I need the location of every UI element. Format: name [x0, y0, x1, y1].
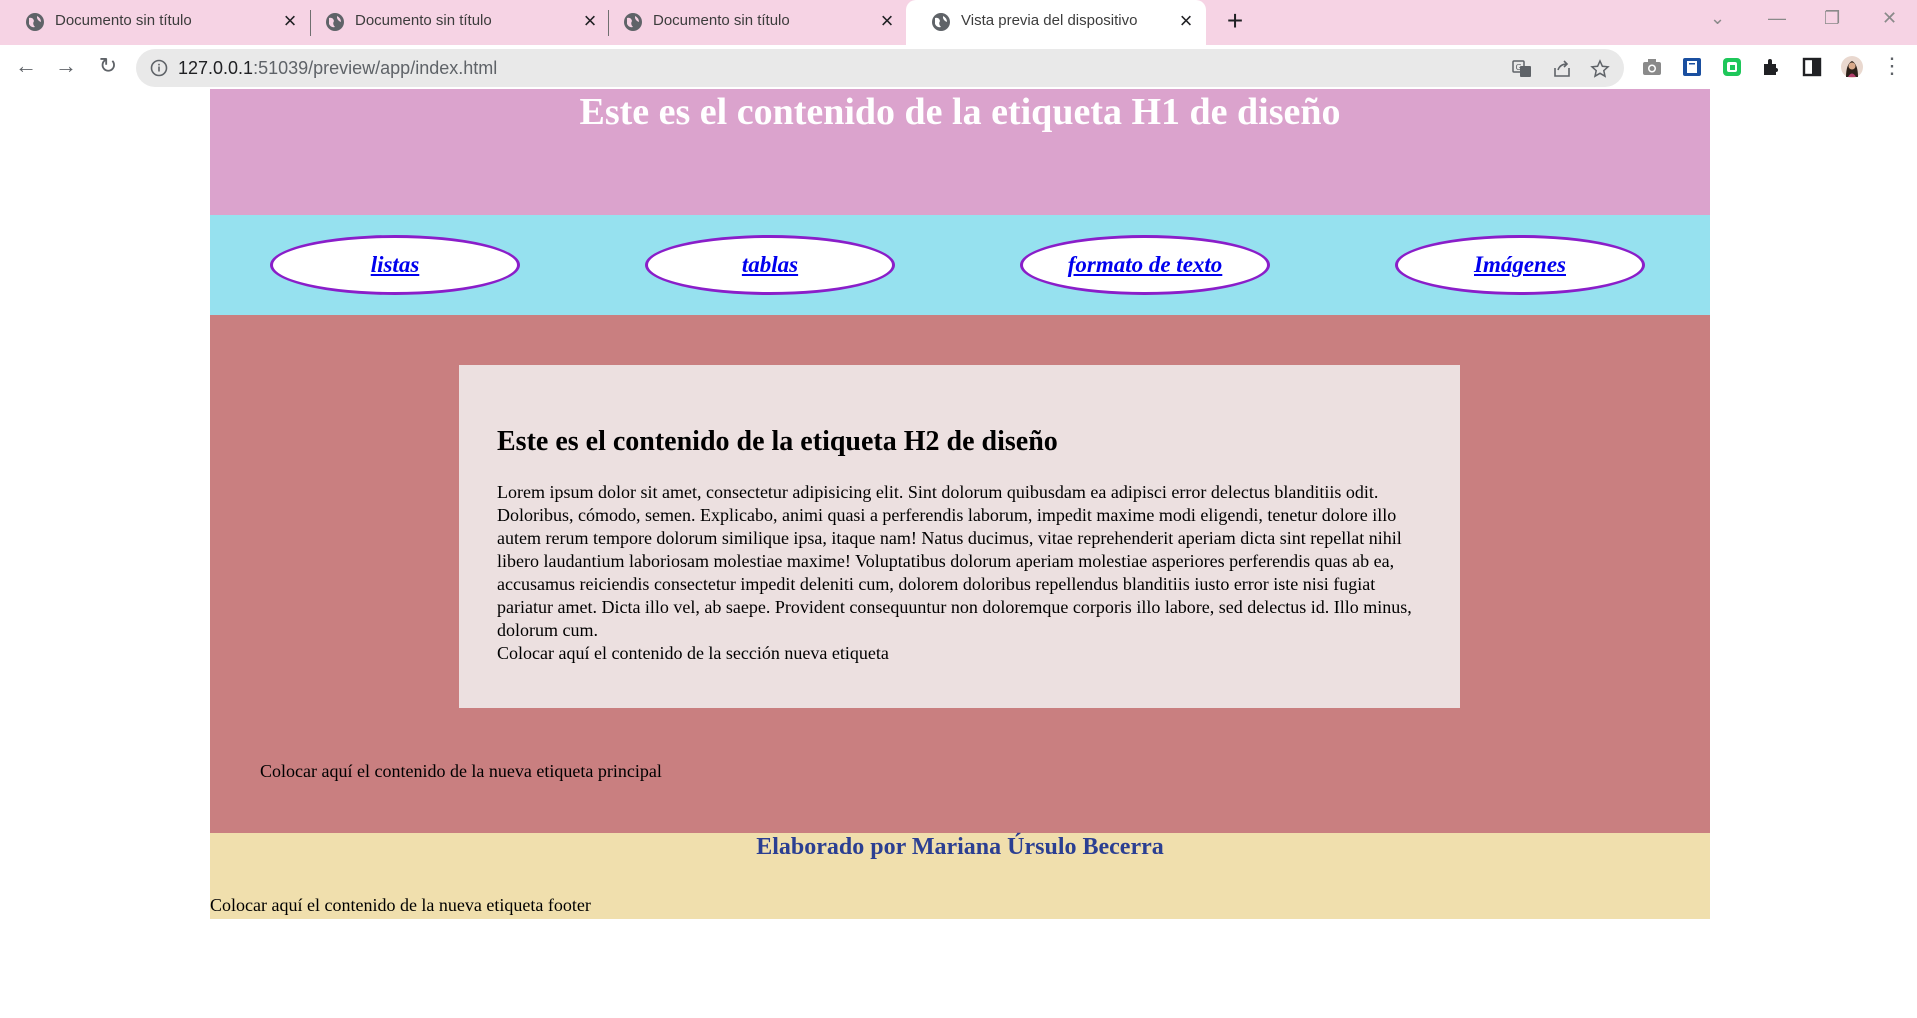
forward-icon[interactable]: → — [52, 53, 80, 81]
translate-icon[interactable]: G — [1512, 59, 1532, 79]
content-article: Este es el contenido de la etiqueta H2 d… — [459, 365, 1460, 708]
window-close-icon[interactable]: ✕ — [1882, 8, 1897, 29]
tab-4-active[interactable]: Vista previa del dispositivo × — [906, 0, 1206, 45]
article-heading-h2: Este es el contenido de la etiqueta H2 d… — [497, 426, 1058, 457]
page-title-h1: Este es el contenido de la etiqueta H1 d… — [579, 91, 1341, 133]
camera-icon[interactable] — [1640, 55, 1664, 79]
site-main: Este es el contenido de la etiqueta H2 d… — [210, 315, 1710, 833]
close-icon[interactable]: × — [1174, 10, 1198, 34]
tab-title: Documento sin título — [653, 12, 790, 29]
browser-toolbar: ← → ↻ 127.0.0.1:51039/preview/app/index.… — [0, 45, 1917, 89]
back-icon[interactable]: ← — [12, 53, 40, 81]
globe-icon — [624, 13, 642, 31]
site-nav: listas tablas formato de texto Imágenes — [210, 215, 1710, 315]
nav-link-tablas[interactable]: tablas — [742, 252, 798, 277]
new-tab-button[interactable]: + — [1221, 7, 1249, 36]
share-icon[interactable] — [1552, 59, 1572, 79]
extension-book-icon[interactable] — [1680, 55, 1704, 79]
globe-icon — [326, 13, 344, 31]
nav-item-formato-de-texto[interactable]: formato de texto — [1020, 235, 1270, 295]
bookmark-star-icon[interactable] — [1590, 59, 1610, 79]
info-icon[interactable] — [150, 59, 168, 77]
nav-link-imagenes[interactable]: Imágenes — [1474, 252, 1566, 277]
url-text: 127.0.0.1:51039/preview/app/index.html — [178, 58, 497, 79]
profile-avatar-icon[interactable] — [1840, 55, 1864, 79]
tab-2[interactable]: Documento sin título × — [300, 0, 600, 45]
tab-title: Documento sin título — [55, 12, 192, 29]
tab-title: Vista previa del dispositivo — [961, 12, 1138, 29]
nav-item-listas[interactable]: listas — [270, 235, 520, 295]
minimize-icon[interactable]: — — [1768, 8, 1786, 29]
close-icon[interactable]: × — [875, 10, 899, 34]
side-panel-icon[interactable] — [1800, 55, 1824, 79]
url-path: :51039/preview/app/index.html — [253, 58, 498, 78]
url-host: 127.0.0.1 — [178, 58, 254, 78]
svg-text:G: G — [1516, 63, 1522, 72]
globe-icon — [932, 13, 950, 31]
section-note-text: Colocar aquí el contenido de la sección … — [497, 643, 889, 663]
nav-link-formato-de-texto[interactable]: formato de texto — [1068, 252, 1223, 277]
site-footer: Elaborado por Mariana Úrsulo Becerra Col… — [210, 833, 1710, 919]
nav-item-tablas[interactable]: tablas — [645, 235, 895, 295]
extensions-puzzle-icon[interactable] — [1760, 55, 1784, 79]
restore-icon[interactable]: ❐ — [1824, 8, 1840, 29]
footer-note-text: Colocar aquí el contenido de la nueva et… — [210, 895, 591, 915]
tab-1[interactable]: Documento sin título × — [0, 0, 300, 45]
site-header: Este es el contenido de la etiqueta H1 d… — [210, 89, 1710, 215]
nav-link-listas[interactable]: listas — [371, 252, 420, 277]
menu-kebab-icon[interactable]: ⋮ — [1878, 53, 1906, 81]
address-bar[interactable]: 127.0.0.1:51039/preview/app/index.html G — [136, 49, 1624, 87]
tab-search-icon[interactable]: ⌄ — [1710, 8, 1725, 29]
web-page: Este es el contenido de la etiqueta H1 d… — [210, 89, 1710, 919]
tab-strip: Documento sin título × Documento sin tít… — [0, 0, 1917, 45]
extension-green-icon[interactable] — [1720, 55, 1744, 79]
article-body-text: Lorem ipsum dolor sit amet, consectetur … — [497, 482, 1412, 640]
tab-3[interactable]: Documento sin título × — [598, 0, 898, 45]
globe-icon — [26, 13, 44, 31]
main-note-text: Colocar aquí el contenido de la nueva et… — [260, 761, 662, 781]
close-icon[interactable]: × — [278, 10, 302, 34]
nav-item-imagenes[interactable]: Imágenes — [1395, 235, 1645, 295]
tab-title: Documento sin título — [355, 12, 492, 29]
footer-credit: Elaborado por Mariana Úrsulo Becerra — [756, 834, 1164, 860]
reload-icon[interactable]: ↻ — [94, 53, 122, 81]
